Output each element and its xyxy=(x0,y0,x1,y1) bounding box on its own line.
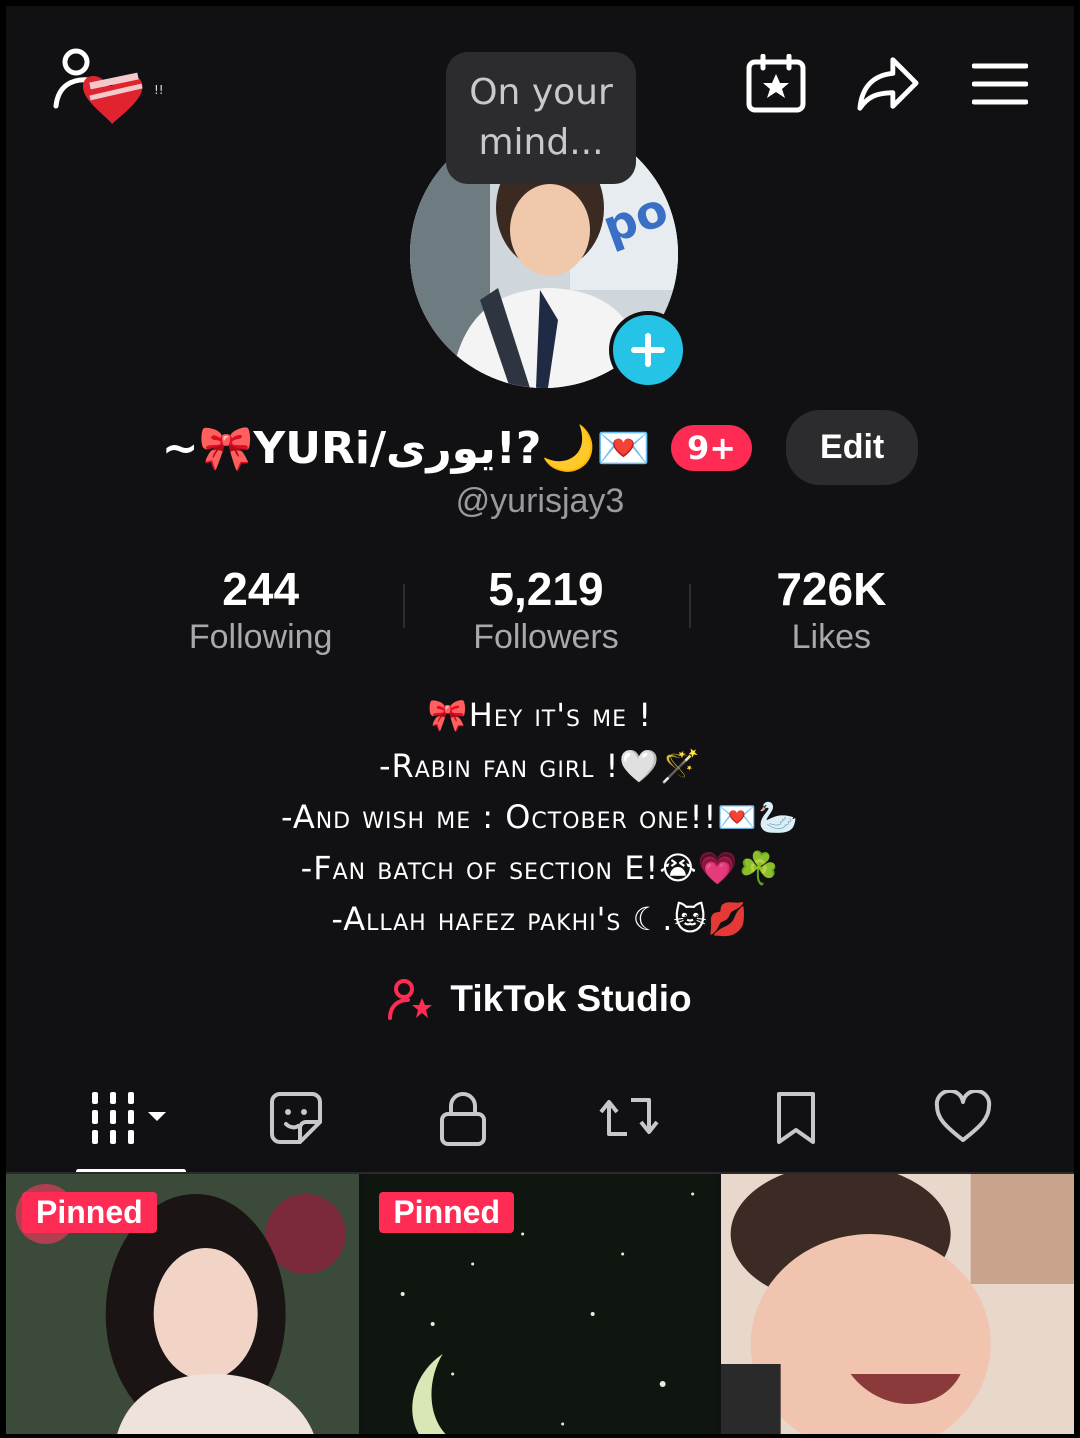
add-friends-icon: !! xyxy=(53,48,164,124)
mind-bubble-line2: mind... xyxy=(478,122,604,163)
tab-videos[interactable] xyxy=(46,1086,213,1174)
tiktok-studio-label: TikTok Studio xyxy=(450,978,692,1019)
profile-tabs xyxy=(46,1086,1046,1174)
pinned-badge: Pinned xyxy=(379,1192,514,1233)
tiktok-studio-link[interactable]: TikTok Studio xyxy=(6,978,1074,1020)
tab-reposts[interactable] xyxy=(546,1086,713,1174)
profile-stats: 244 Following 5,219 Followers 726K Likes xyxy=(118,562,974,657)
video-thumbnail[interactable] xyxy=(720,1174,1074,1434)
bio-line: -Fan batch of section E!😭💗☘️ xyxy=(300,849,780,887)
video-thumbnail-image xyxy=(720,1174,1074,1434)
calendar-star-icon xyxy=(746,54,806,113)
mind-bubble-line1: On your xyxy=(469,72,613,113)
followers-stat[interactable]: 5,219 Followers xyxy=(403,562,688,657)
calendar-button[interactable] xyxy=(744,52,808,116)
plus-icon xyxy=(631,333,665,367)
bio-line: 🎀Hey it's me ! xyxy=(427,696,653,734)
lock-icon xyxy=(439,1092,486,1146)
profile-screen: !! On your mind... po ~🎀YURi/یوری!?🌙💌 9+… xyxy=(6,6,1074,1434)
menu-button[interactable] xyxy=(968,52,1032,116)
pinned-badge: Pinned xyxy=(22,1192,157,1233)
followers-label: Followers xyxy=(473,618,619,656)
video-thumbnail[interactable]: Pinned xyxy=(363,1174,717,1434)
repost-icon xyxy=(599,1098,659,1136)
bio-line: -Rabin fan girl !🤍🪄 xyxy=(378,747,702,785)
profile-name-row: ~🎀YURi/یوری!?🌙💌 9+ Edit xyxy=(6,410,1074,485)
videos-grid: Pinned Pinned xyxy=(6,1172,1074,1434)
following-label: Following xyxy=(188,618,333,656)
likes-count: 726K xyxy=(776,563,887,615)
sticker-icon xyxy=(270,1092,322,1144)
followers-count: 5,219 xyxy=(488,563,604,615)
edit-profile-button[interactable]: Edit xyxy=(786,410,919,485)
top-actions xyxy=(744,52,1032,116)
add-story-button[interactable] xyxy=(609,311,687,389)
video-thumbnail[interactable]: Pinned xyxy=(6,1174,360,1434)
following-stat[interactable]: 244 Following xyxy=(118,562,403,657)
likes-label: Likes xyxy=(791,618,871,656)
videos-grid-icon xyxy=(92,1092,167,1144)
heart-icon xyxy=(934,1090,991,1142)
tab-liked[interactable] xyxy=(879,1086,1046,1174)
profile-bio: 🎀Hey it's me ! -Rabin fan girl !🤍🪄 -And … xyxy=(6,690,1074,945)
tab-private[interactable] xyxy=(379,1086,546,1174)
tab-favorites[interactable] xyxy=(713,1086,880,1174)
notification-badge[interactable]: 9+ xyxy=(670,424,753,471)
share-icon xyxy=(857,57,919,111)
likes-stat[interactable]: 726K Likes xyxy=(688,562,974,657)
share-button[interactable] xyxy=(856,52,920,116)
bio-line: -Allah hafez pakhi's ☾.🐱💋 xyxy=(331,900,749,938)
display-name: ~🎀YURi/یوری!?🌙💌 xyxy=(161,422,651,474)
add-friends-button[interactable]: !! xyxy=(50,46,180,136)
username: @yurisjay3 xyxy=(455,482,625,520)
tab-stickers[interactable] xyxy=(213,1086,380,1174)
svg-text:!!: !! xyxy=(154,83,164,97)
menu-icon xyxy=(972,63,1028,105)
studio-user-star-icon xyxy=(388,979,433,1020)
bookmark-icon xyxy=(777,1092,816,1144)
on-your-mind-bubble[interactable]: On your mind... xyxy=(446,52,636,184)
bio-line: -And wish me : October one!!💌🦢 xyxy=(280,798,799,836)
following-count: 244 xyxy=(222,563,300,615)
